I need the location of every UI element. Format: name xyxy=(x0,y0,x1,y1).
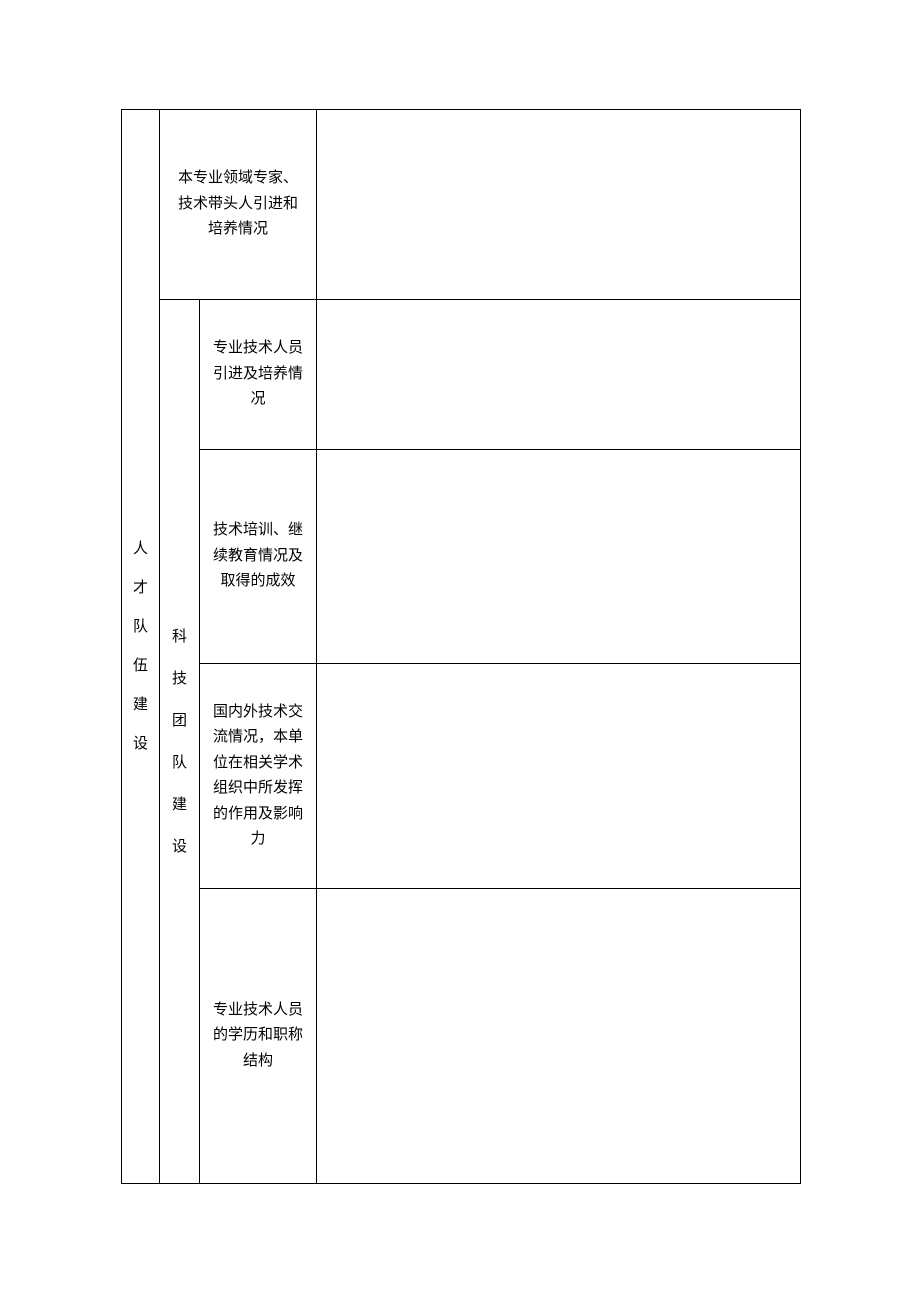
item-label-cell: 技术培训、继续教育情况及取得的成效 xyxy=(200,450,317,663)
item-value-cell xyxy=(317,664,800,888)
item-label-cell: 专业技术人员的学历和职称结构 xyxy=(200,889,317,1183)
item-label: 专业技术人员的学历和职称结构 xyxy=(212,998,304,1075)
form-table: 人才队伍建设 本专业领域专家、技术带头人引进和培养情况 科技团队建设 专业技术人… xyxy=(121,109,801,1184)
items-column: 专业技术人员引进及培养情况 技术培训、继续教育情况及取得的成效 国内外技术交流情… xyxy=(200,300,800,1183)
subcategory-column: 科技团队建设 xyxy=(160,300,200,1183)
subcategory-label: 科技团队建设 xyxy=(172,616,187,868)
category-column: 人才队伍建设 xyxy=(122,110,160,1183)
table-row: 国内外技术交流情况，本单位在相关学术组织中所发挥的作用及影响力 xyxy=(200,664,800,889)
table-row: 专业技术人员引进及培养情况 xyxy=(200,300,800,450)
item-label: 国内外技术交流情况，本单位在相关学术组织中所发挥的作用及影响力 xyxy=(212,700,304,853)
item-label: 专业技术人员引进及培养情况 xyxy=(212,336,304,413)
content-column: 本专业领域专家、技术带头人引进和培养情况 科技团队建设 专业技术人员引进及培养情… xyxy=(160,110,800,1183)
item-label: 技术培训、继续教育情况及取得的成效 xyxy=(212,518,304,595)
item-value-cell xyxy=(317,300,800,449)
item-value-cell xyxy=(317,889,800,1183)
table-row: 专业技术人员的学历和职称结构 xyxy=(200,889,800,1183)
item-label-cell: 国内外技术交流情况，本单位在相关学术组织中所发挥的作用及影响力 xyxy=(200,664,317,888)
top-row: 本专业领域专家、技术带头人引进和培养情况 xyxy=(160,110,800,300)
top-row-label-cell: 本专业领域专家、技术带头人引进和培养情况 xyxy=(160,110,317,299)
table-row: 技术培训、继续教育情况及取得的成效 xyxy=(200,450,800,664)
item-value-cell xyxy=(317,450,800,663)
category-label: 人才队伍建设 xyxy=(133,530,148,764)
bottom-section: 科技团队建设 专业技术人员引进及培养情况 技术培训、继续教育情况及取得的成效 xyxy=(160,300,800,1183)
top-row-value-cell xyxy=(317,110,800,299)
top-row-label: 本专业领域专家、技术带头人引进和培养情况 xyxy=(174,166,302,243)
item-label-cell: 专业技术人员引进及培养情况 xyxy=(200,300,317,449)
